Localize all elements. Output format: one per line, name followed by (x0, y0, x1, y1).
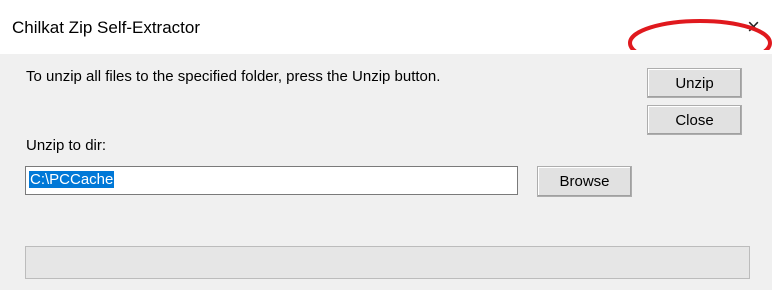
unzip-dir-value: C:\PCCache (29, 171, 115, 188)
progress-bar (25, 246, 750, 279)
instruction-text: To unzip all files to the specified fold… (26, 68, 441, 85)
window-title: Chilkat Zip Self-Extractor (12, 18, 200, 37)
browse-button[interactable]: Browse (537, 166, 632, 197)
close-button[interactable]: Close (647, 105, 742, 135)
unzip-dir-input[interactable]: C:\PCCache (25, 166, 518, 195)
browse-button-label: Browse (559, 173, 610, 190)
dialog-body: To unzip all files to the specified fold… (0, 54, 772, 290)
unzip-button[interactable]: Unzip (647, 68, 742, 98)
title-bar: Chilkat Zip Self-Extractor × (0, 0, 772, 54)
unzip-button-label: Unzip (675, 74, 714, 92)
close-button-label: Close (675, 111, 714, 129)
unzip-dir-label: Unzip to dir: (26, 137, 107, 154)
close-window-icon[interactable]: × (747, 16, 760, 38)
